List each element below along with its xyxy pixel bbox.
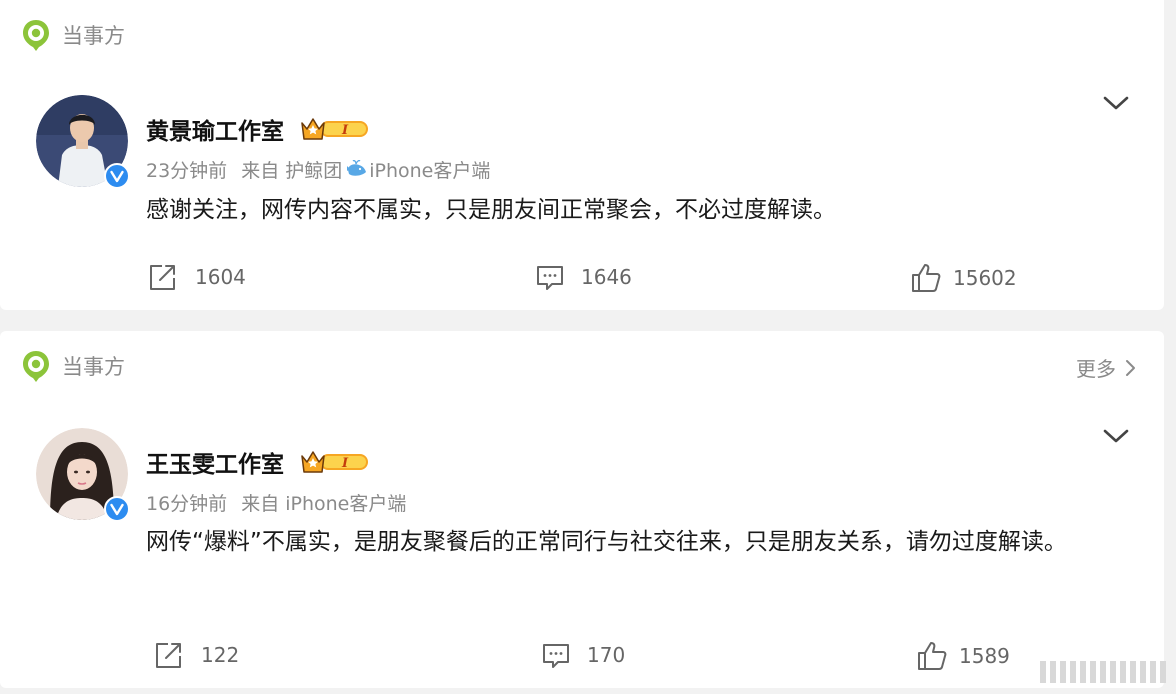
comment-count: 170 (587, 643, 626, 667)
location-pin-icon (23, 20, 49, 51)
section-title: 当事方 (62, 355, 125, 379)
location-pin-icon (23, 351, 49, 382)
source-prefix: 来自 (241, 159, 280, 182)
repost-count: 1604 (195, 265, 246, 289)
verified-v-icon (104, 163, 130, 189)
post-content: 感谢关注，网传内容不属实，只是朋友间正常聚会，不必过度解读。 (146, 197, 836, 223)
svg-text:I: I (341, 456, 349, 471)
comment-icon (537, 266, 563, 290)
post-time[interactable]: 23分钟前 (146, 156, 227, 183)
like-button[interactable]: 1589 (917, 639, 1010, 673)
author-avatar[interactable] (36, 428, 130, 522)
verified-v-icon (104, 496, 130, 522)
comment-icon (543, 644, 569, 668)
section-header: 当事方 (20, 18, 125, 52)
repost-icon (156, 643, 181, 668)
whale-icon (347, 160, 367, 176)
section-title: 当事方 (62, 24, 125, 48)
repost-button[interactable]: 122 (153, 638, 239, 672)
post-card: 当事方 黄景瑜工作室 I 23分钟前 来自 护鲸团 iPhone客户端 感谢关注… (0, 0, 1164, 310)
svg-text:I: I (341, 123, 349, 138)
post-card: 当事方 更多 王玉雯工作室 I 16分钟前 来自 iPhone客户端 网传“爆料… (0, 331, 1164, 688)
source-prefix: 来自 (241, 492, 280, 515)
author-avatar[interactable] (36, 95, 130, 189)
author-row: 王玉雯工作室 I (146, 446, 370, 478)
page-indicator-icon (1040, 661, 1166, 683)
source-client[interactable]: iPhone客户端 (369, 156, 490, 183)
source-name[interactable]: 护鲸团 (285, 156, 342, 183)
repost-button[interactable]: 1604 (147, 260, 246, 294)
chevron-right-icon (1126, 359, 1135, 376)
repost-count: 122 (201, 643, 240, 667)
post-content: 网传“爆料”不属实，是朋友聚餐后的正常同行与社交往来，只是朋友关系，请勿过度解读… (146, 529, 1067, 555)
author-row: 黄景瑜工作室 I (146, 113, 370, 145)
chevron-down-icon[interactable] (1102, 93, 1130, 113)
vip-crown-badge[interactable]: I (300, 115, 370, 143)
vip-crown-badge[interactable]: I (300, 448, 370, 476)
comment-count: 1646 (581, 265, 632, 289)
comment-button[interactable]: 170 (541, 638, 625, 672)
source-client[interactable]: iPhone客户端 (285, 489, 406, 516)
like-count: 1589 (959, 644, 1010, 668)
thumbs-up-icon (918, 642, 947, 670)
like-button[interactable]: 15602 (911, 261, 1017, 295)
like-count: 15602 (953, 266, 1017, 290)
post-time[interactable]: 16分钟前 (146, 489, 227, 516)
chevron-down-icon[interactable] (1102, 426, 1130, 446)
post-meta: 16分钟前 来自 iPhone客户端 (146, 489, 406, 515)
section-header: 当事方 (20, 349, 125, 383)
repost-icon (150, 265, 175, 290)
more-label: 更多 (1076, 357, 1116, 381)
thumbs-up-icon (912, 264, 941, 292)
post-meta: 23分钟前 来自 护鲸团 iPhone客户端 (146, 156, 490, 182)
author-name[interactable]: 黄景瑜工作室 (146, 112, 284, 146)
comment-button[interactable]: 1646 (535, 260, 632, 294)
author-name[interactable]: 王玉雯工作室 (146, 445, 284, 479)
more-link[interactable]: 更多 (1076, 353, 1136, 382)
